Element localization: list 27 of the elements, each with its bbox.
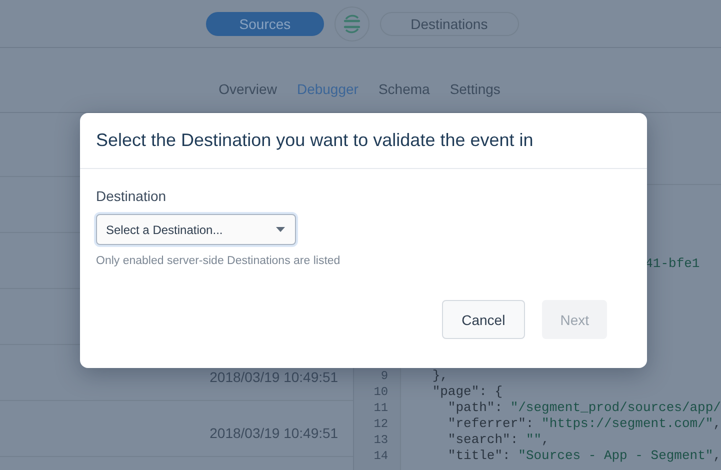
event-timestamp: 2018/03/19 10:49:51 xyxy=(210,425,338,441)
tab[interactable]: Settings xyxy=(450,81,500,97)
nav-pill[interactable]: Sources xyxy=(206,12,324,36)
line-number: 12 xyxy=(372,416,390,432)
event-timestamp: 2018/03/19 10:49:51 xyxy=(210,369,338,385)
nav-pill[interactable]: Destinations xyxy=(380,12,519,36)
help-text: Only enabled server-side Destinations are listed xyxy=(96,255,340,267)
tab[interactable]: Schema xyxy=(378,81,430,97)
code-text: 41-bfe1 xyxy=(645,256,700,271)
code-line: "title": "Sources - App - Segment", xyxy=(446,448,721,464)
line-number: 10 xyxy=(372,384,390,400)
dialog-title: Select the Destination you want to validate the event in xyxy=(80,113,647,169)
line-number: 13 xyxy=(372,432,390,448)
logo-icon[interactable] xyxy=(334,6,370,42)
line-number: 14 xyxy=(372,448,390,464)
tab[interactable]: Overview xyxy=(218,81,277,97)
field-label: Destination xyxy=(96,188,166,204)
destination-select[interactable]: Select a Destination... xyxy=(96,214,296,245)
code-line: "referrer": "https://segment.com/", xyxy=(446,416,721,432)
code-line: "search": "", xyxy=(446,432,550,448)
code-line: }, xyxy=(431,368,449,384)
caret-icon xyxy=(276,227,285,232)
tab[interactable]: Debugger xyxy=(296,81,358,97)
dialog-button[interactable]: Cancel xyxy=(442,300,526,339)
line-number: 11 xyxy=(372,400,390,416)
code-line: "path": "/segment_prod/sources/app/ xyxy=(446,400,721,416)
code-line: "page": { xyxy=(431,384,504,400)
